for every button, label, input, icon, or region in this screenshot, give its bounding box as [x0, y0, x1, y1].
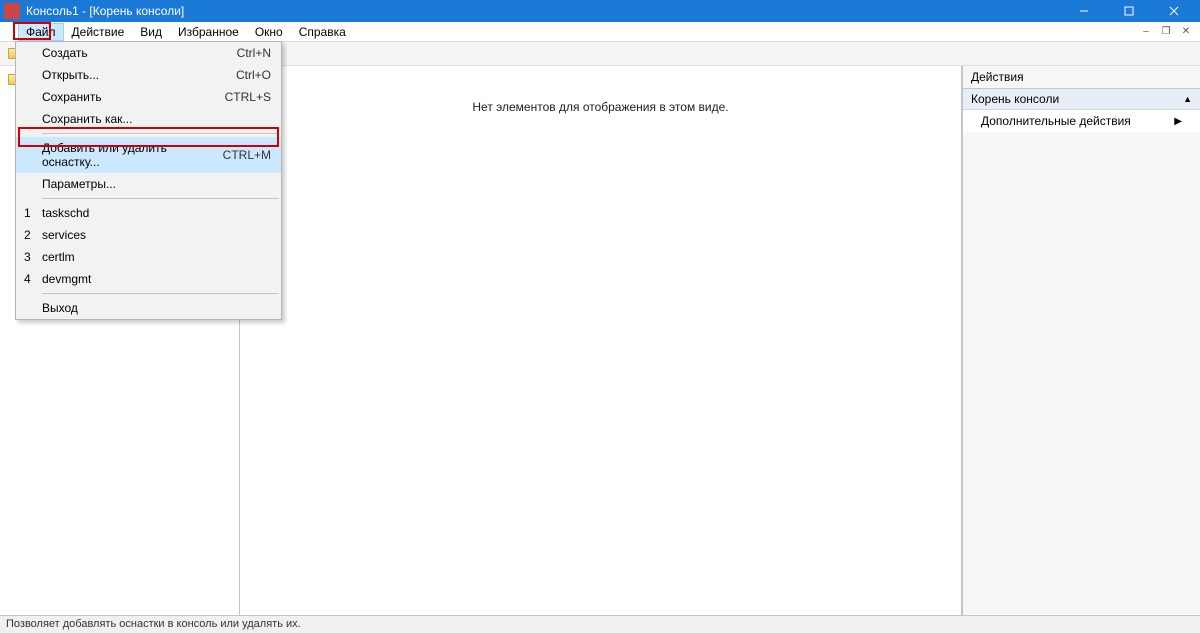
- menu-item-shortcut: Ctrl+N: [237, 46, 271, 60]
- actions-title: Действия: [963, 66, 1200, 89]
- menu-item-recent-3[interactable]: 3 certlm: [16, 246, 281, 268]
- content-pane: Нет элементов для отображения в этом вид…: [240, 66, 962, 615]
- menu-separator: [42, 133, 279, 134]
- menu-item-label: devmgmt: [42, 272, 91, 286]
- menu-item-label: Создать: [42, 46, 88, 60]
- collapse-icon: ▲: [1183, 94, 1192, 104]
- menu-item-save-as[interactable]: Сохранить как...: [16, 108, 281, 130]
- menu-item-exit[interactable]: Выход: [16, 297, 281, 319]
- actions-section-header[interactable]: Корень консоли ▲: [963, 89, 1200, 110]
- menu-item-label: certlm: [42, 250, 75, 264]
- menu-item-params[interactable]: Параметры...: [16, 173, 281, 195]
- menu-item-shortcut: CTRL+M: [223, 148, 271, 162]
- menu-item-label: services: [42, 228, 86, 242]
- menu-item-number: 1: [24, 206, 31, 220]
- menu-item-shortcut: CTRL+S: [225, 90, 271, 104]
- empty-message: Нет элементов для отображения в этом вид…: [472, 100, 728, 615]
- mdi-minimize-button[interactable]: –: [1138, 25, 1154, 39]
- statusbar: Позволяет добавлять оснастки в консоль и…: [0, 615, 1200, 633]
- menu-window[interactable]: Окно: [247, 23, 291, 41]
- app-icon: [4, 3, 20, 19]
- menu-item-recent-4[interactable]: 4 devmgmt: [16, 268, 281, 290]
- menu-item-add-remove-snapin[interactable]: Добавить или удалить оснастку... CTRL+M: [16, 137, 281, 173]
- window-controls: [1061, 0, 1196, 22]
- menu-help[interactable]: Справка: [291, 23, 354, 41]
- close-button[interactable]: [1151, 0, 1196, 22]
- menubar: Файл Действие Вид Избранное Окно Справка…: [0, 22, 1200, 42]
- menu-item-label: Сохранить как...: [42, 112, 132, 126]
- actions-item-more[interactable]: Дополнительные действия ▶: [963, 110, 1200, 132]
- actions-section-label: Корень консоли: [971, 92, 1059, 106]
- menu-favorites[interactable]: Избранное: [170, 23, 247, 41]
- menu-item-open[interactable]: Открыть... Ctrl+O: [16, 64, 281, 86]
- menu-item-label: Добавить или удалить оснастку...: [42, 141, 223, 169]
- mdi-close-button[interactable]: ✕: [1178, 25, 1194, 39]
- menu-item-label: Параметры...: [42, 177, 116, 191]
- mdi-restore-button[interactable]: ❐: [1158, 25, 1174, 39]
- menu-file[interactable]: Файл: [18, 23, 64, 41]
- menu-action[interactable]: Действие: [64, 23, 133, 41]
- menu-item-create[interactable]: Создать Ctrl+N: [16, 42, 281, 64]
- minimize-button[interactable]: [1061, 0, 1106, 22]
- menu-item-recent-2[interactable]: 2 services: [16, 224, 281, 246]
- status-text: Позволяет добавлять оснастки в консоль и…: [6, 618, 301, 630]
- window-title: Консоль1 - [Корень консоли]: [26, 4, 184, 18]
- menu-item-save[interactable]: Сохранить CTRL+S: [16, 86, 281, 108]
- titlebar: Консоль1 - [Корень консоли]: [0, 0, 1200, 22]
- menu-item-number: 2: [24, 228, 31, 242]
- actions-pane: Действия Корень консоли ▲ Дополнительные…: [962, 66, 1200, 615]
- menu-item-label: Открыть...: [42, 68, 99, 82]
- chevron-right-icon: ▶: [1174, 116, 1182, 127]
- file-dropdown: Создать Ctrl+N Открыть... Ctrl+O Сохрани…: [15, 41, 282, 320]
- menu-item-number: 4: [24, 272, 31, 286]
- mdi-controls: – ❐ ✕: [1138, 25, 1198, 39]
- menu-separator: [42, 293, 279, 294]
- menu-item-number: 3: [24, 250, 31, 264]
- actions-item-label: Дополнительные действия: [981, 114, 1131, 128]
- menu-item-recent-1[interactable]: 1 taskschd: [16, 202, 281, 224]
- menu-item-label: taskschd: [42, 206, 89, 220]
- menu-item-shortcut: Ctrl+O: [236, 68, 271, 82]
- menu-view[interactable]: Вид: [132, 23, 170, 41]
- maximize-button[interactable]: [1106, 0, 1151, 22]
- menu-item-label: Сохранить: [42, 90, 102, 104]
- menu-item-label: Выход: [42, 301, 78, 315]
- menu-separator: [42, 198, 279, 199]
